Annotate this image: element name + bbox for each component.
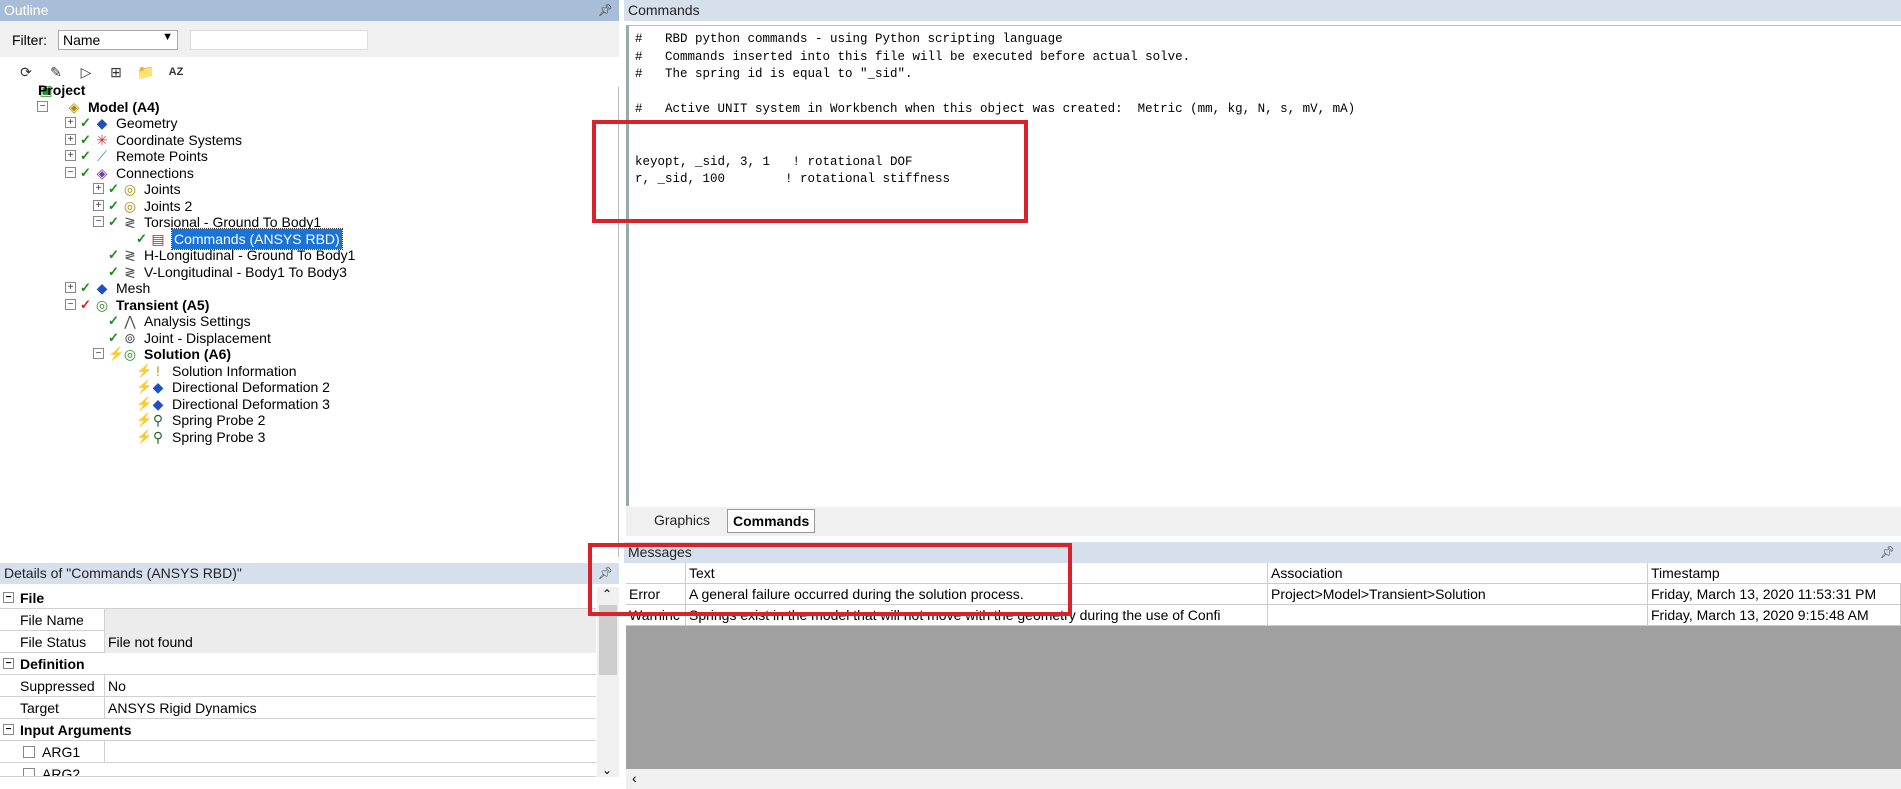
filter-label: Filter:: [12, 32, 47, 48]
scroll-down-icon[interactable]: ⌄: [602, 763, 612, 777]
collapse-icon[interactable]: −: [3, 658, 14, 669]
tree-filter-icon[interactable]: ▷: [76, 62, 96, 82]
expand-icon[interactable]: +: [65, 282, 76, 293]
category-definition[interactable]: − Definition: [0, 653, 596, 675]
filter-bar: Filter: Name ▼: [0, 21, 619, 61]
message-association: Project>Model>Transient>Solution: [1268, 584, 1648, 605]
details-title: Details of "Commands (ANSYS RBD)": [4, 565, 242, 581]
expand-all-icon[interactable]: ⊞: [106, 62, 126, 82]
outline-panel: Outline 📌︎ Filter: Name ▼ ⟳ ✎ ▷ ⊞ 📁 AZ ▣…: [0, 0, 619, 557]
edit-icon[interactable]: ✎: [46, 62, 66, 82]
command-editor[interactable]: # RBD python commands - using Python scr…: [626, 25, 1901, 506]
expand-icon[interactable]: +: [93, 183, 104, 194]
arg2-checkbox[interactable]: [23, 768, 35, 776]
scroll-left-icon[interactable]: ‹: [632, 770, 637, 786]
tree-item-label: Spring Probe 3: [172, 428, 266, 445]
commands-title-bar: Commands: [624, 0, 1901, 21]
arg1-checkbox[interactable]: [23, 746, 35, 758]
probe-icon: ⚲: [152, 428, 164, 445]
collapse-icon[interactable]: −: [93, 216, 104, 227]
filter-search-input[interactable]: [190, 30, 368, 50]
row-file-name[interactable]: File Name: [0, 609, 596, 631]
collapse-icon[interactable]: −: [65, 298, 76, 310]
message-association: [1268, 605, 1648, 626]
header-association[interactable]: Association: [1268, 563, 1648, 584]
collapse-icon[interactable]: −: [93, 348, 104, 359]
outline-title-bar: Outline 📌︎: [0, 0, 619, 21]
tab-commands[interactable]: Commands: [727, 509, 816, 533]
tab-graphics[interactable]: Graphics: [650, 510, 714, 533]
row-arg2[interactable]: ARG2: [0, 763, 596, 777]
view-tabs: Graphics Commands: [626, 507, 1901, 536]
filter-select[interactable]: Name ▼: [58, 30, 178, 50]
pin-icon[interactable]: 📌︎: [598, 0, 613, 21]
sort-az-icon[interactable]: AZ: [166, 62, 186, 82]
pin-icon[interactable]: 📌︎: [1880, 542, 1895, 563]
row-target[interactable]: Target ANSYS Rigid Dynamics: [0, 697, 596, 719]
category-input-arguments[interactable]: − Input Arguments: [0, 719, 596, 741]
details-title-bar: Details of "Commands (ANSYS RBD)" 📌︎: [0, 563, 619, 584]
collapse-icon[interactable]: −: [3, 724, 14, 735]
highlight-error-message: [588, 543, 1072, 616]
messages-hscrollbar[interactable]: ‹: [626, 769, 1901, 789]
expand-icon[interactable]: +: [65, 117, 76, 128]
filter-select-value: Name: [63, 32, 101, 48]
details-panel: Details of "Commands (ANSYS RBD)" 📌︎ − Fi…: [0, 563, 619, 789]
expand-icon[interactable]: +: [65, 150, 76, 161]
message-timestamp: Friday, March 13, 2020 9:15:48 AM: [1648, 605, 1901, 626]
expand-icon[interactable]: +: [65, 133, 76, 145]
row-suppressed[interactable]: Suppressed No: [0, 675, 596, 697]
refresh-icon[interactable]: ⟳: [16, 62, 36, 82]
collapse-icon[interactable]: −: [65, 166, 76, 178]
collapse-icon[interactable]: −: [3, 592, 14, 603]
row-arg1[interactable]: ARG1: [0, 741, 596, 763]
row-file-status[interactable]: File Status File not found: [0, 631, 596, 653]
commands-panel: Commands # RBD python commands - using P…: [624, 0, 1901, 536]
chevron-down-icon: ▼: [162, 31, 173, 43]
message-timestamp: Friday, March 13, 2020 11:53:31 PM: [1648, 584, 1901, 605]
expand-icon[interactable]: +: [93, 199, 104, 211]
outline-title: Outline: [4, 2, 49, 18]
collapse-icon[interactable]: −: [37, 100, 48, 112]
category-file[interactable]: − File: [0, 587, 596, 609]
highlight-command-lines: [592, 120, 1028, 223]
tree-item[interactable]: ⚡ ⚲ Spring Probe 3: [0, 427, 619, 447]
header-timestamp[interactable]: Timestamp: [1648, 563, 1901, 584]
folder-icon[interactable]: 📁: [136, 62, 156, 82]
outline-tree: ▣ Project − ◈ Model (A4) + ✓ ◆ Geometry + ✓ ✳ Coordi…: [0, 82, 619, 556]
commands-title: Commands: [628, 2, 700, 18]
